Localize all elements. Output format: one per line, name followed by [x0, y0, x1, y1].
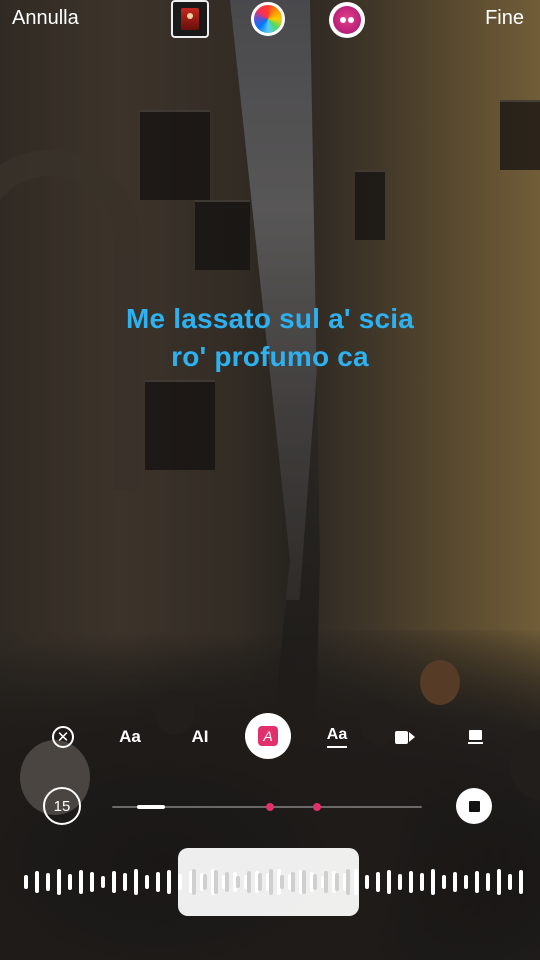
waveform-bar [302, 870, 306, 894]
waveform-bar [420, 873, 424, 891]
top-bar: Annulla Fine [0, 0, 540, 40]
waveform-bar [519, 870, 523, 894]
waveform-bar [134, 869, 138, 895]
style-underline-button[interactable]: Aa [317, 717, 357, 757]
stop-button[interactable] [456, 788, 492, 824]
text-style-icon: Aa [119, 727, 141, 746]
waveform-bar [101, 876, 105, 888]
waveform-bar [123, 873, 127, 891]
style-card-button[interactable] [455, 717, 495, 757]
waveform-bar [365, 875, 369, 889]
face-sticker-icon[interactable] [329, 2, 365, 38]
waveform-bar [57, 869, 61, 895]
cancel-button[interactable]: Annulla [12, 7, 79, 30]
duration-row: 15 [0, 785, 540, 831]
waveform-bar [453, 872, 457, 892]
style-highlight-button[interactable]: AI [180, 717, 220, 757]
waveform-bar [269, 869, 273, 895]
waveform-bar [431, 869, 435, 895]
text-style-selected-icon: A [258, 726, 278, 746]
audio-selection-window[interactable] [178, 848, 359, 916]
lyrics-marker [312, 803, 321, 811]
waveform-bar [46, 873, 50, 891]
waveform-bar [398, 874, 402, 890]
lyrics-progress-fill [136, 805, 165, 809]
done-button[interactable]: Fine [485, 7, 524, 30]
style-selected-button[interactable]: A [245, 713, 291, 759]
waveform-bar [313, 874, 317, 890]
waveform-bar [156, 872, 160, 892]
album-cover-icon[interactable] [171, 0, 209, 38]
waveform-bar [214, 870, 218, 894]
duration-button[interactable]: 15 [43, 787, 81, 825]
lyrics-overlay[interactable]: Me lassato sul a' scia ro' profumo ca [0, 300, 540, 376]
text-underline-icon: Aa [326, 726, 348, 743]
waveform-bar [442, 875, 446, 889]
waveform-bar [236, 876, 240, 888]
color-wheel-icon[interactable] [251, 2, 285, 36]
remove-button[interactable]: ✕ [43, 717, 83, 757]
waveform-bar [335, 873, 339, 891]
waveform-bar [508, 874, 512, 890]
waveform-bar [291, 872, 295, 892]
text-highlight-icon: AI [191, 727, 209, 746]
waveform-bar [68, 874, 72, 890]
lyrics-marker [266, 803, 275, 811]
style-typewriter-button[interactable]: Aa [110, 717, 150, 757]
waveform-bar [464, 875, 468, 889]
waveform-bar [409, 871, 413, 893]
lyric-line-2: ro' profumo ca [171, 341, 369, 372]
waveform-bar [145, 875, 149, 889]
lyrics-progress-track[interactable] [112, 803, 422, 811]
waveform-bar [247, 871, 251, 893]
waveform-bar [24, 875, 28, 889]
waveform-bar [79, 870, 83, 894]
waveform-bar [203, 874, 207, 890]
waveform-bar [475, 871, 479, 893]
card-icon [468, 730, 482, 740]
waveform-bar [387, 870, 391, 894]
waveform-bar [90, 872, 94, 892]
waveform-bar [497, 869, 501, 895]
waveform-bar [346, 869, 350, 895]
waveform-bar [280, 875, 284, 889]
video-camera-icon [395, 730, 408, 744]
waveform-bar [225, 872, 229, 892]
waveform-bar [324, 871, 328, 893]
lyric-line-1: Me lassato sul a' scia [125, 303, 415, 334]
style-video-button[interactable] [385, 717, 425, 757]
waveform-bar [486, 873, 490, 891]
lyrics-style-toolbar: ✕ Aa AI A Aa [0, 713, 540, 759]
waveform-bar [112, 871, 116, 893]
waveform-bar [192, 869, 196, 895]
stop-icon [468, 800, 480, 812]
waveform-bar [35, 871, 39, 893]
waveform-bar [167, 870, 171, 894]
waveform-bar [258, 873, 262, 891]
close-icon: ✕ [52, 726, 74, 748]
waveform-bar [376, 872, 380, 892]
